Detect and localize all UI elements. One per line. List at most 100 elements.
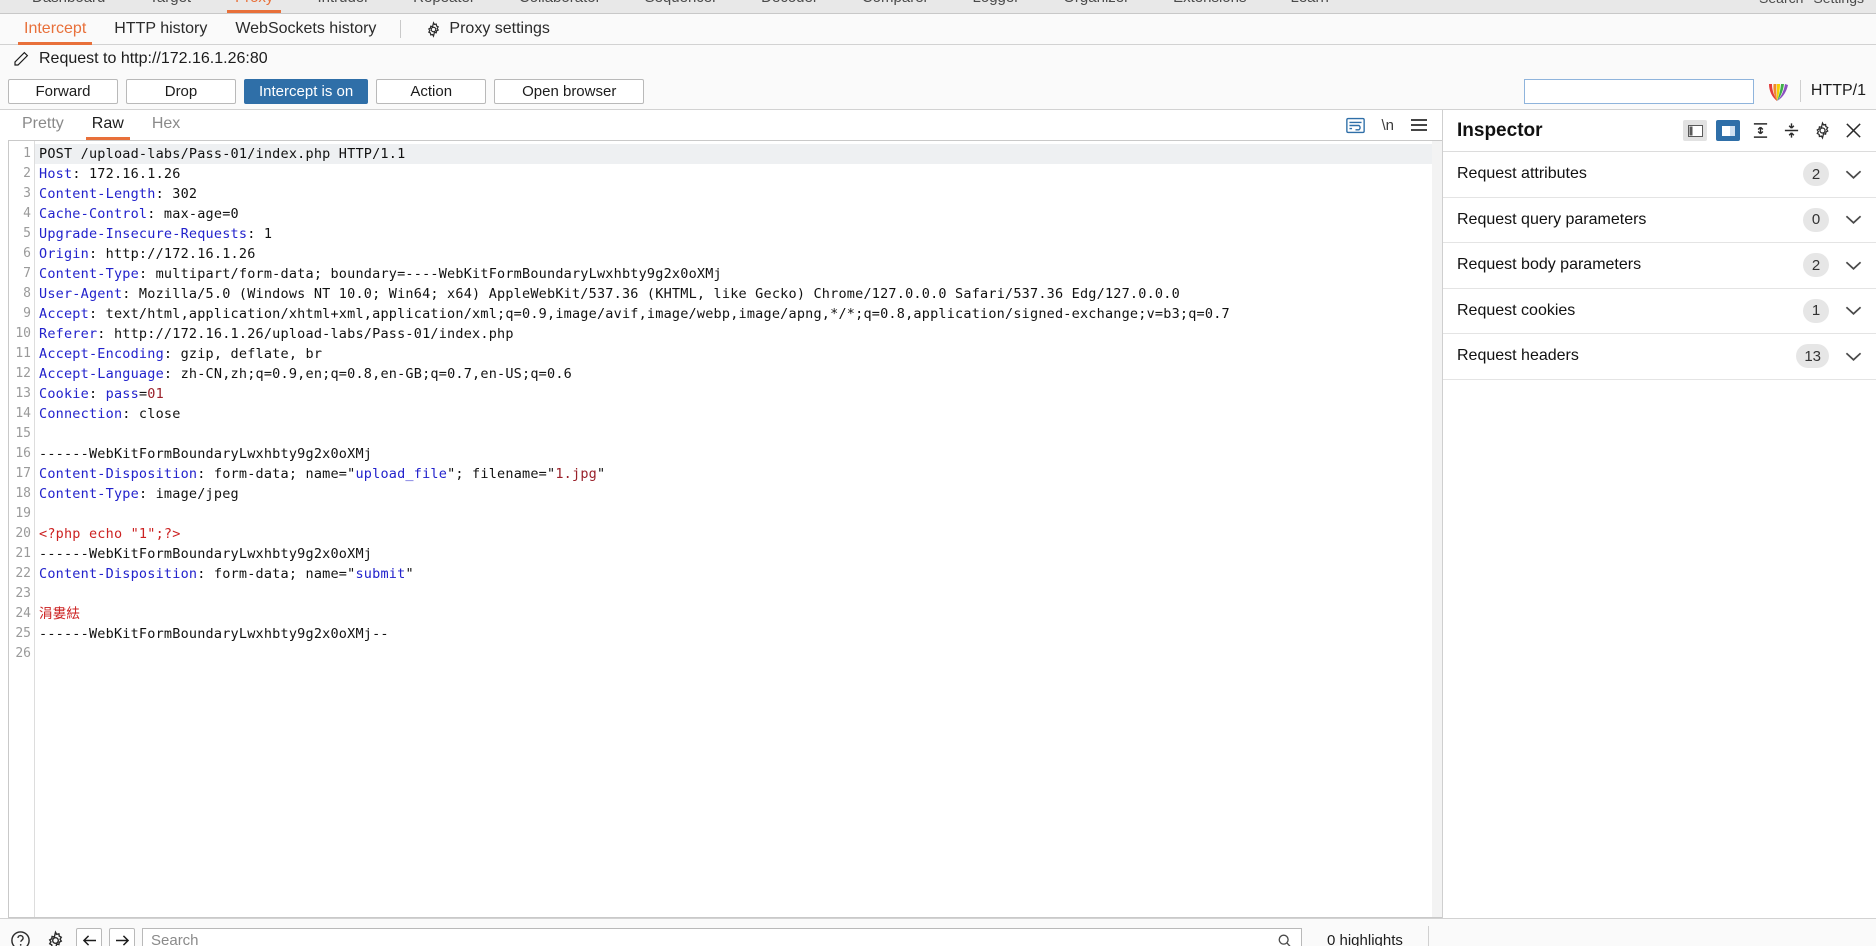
code-line[interactable]: Content-Disposition: form-data; name="su… xyxy=(35,564,1442,584)
forward-nav-button[interactable] xyxy=(109,928,135,946)
line-number: 1 xyxy=(23,146,31,161)
code-segment: Accept-Language xyxy=(39,366,164,382)
code-line[interactable]: User-Agent: Mozilla/5.0 (Windows NT 10.0… xyxy=(35,284,1442,304)
inspector-settings-gear-icon[interactable] xyxy=(1811,120,1833,142)
code-segment: User-Agent xyxy=(39,286,123,302)
inspector-title: Inspector xyxy=(1457,119,1543,141)
code-line[interactable] xyxy=(35,504,1442,524)
code-segment: Connection xyxy=(39,406,123,422)
collapse-all-icon[interactable] xyxy=(1780,120,1802,142)
tab-proxy-settings[interactable]: Proxy settings xyxy=(411,14,563,45)
inspector-section-row[interactable]: Request cookies 1 xyxy=(1443,288,1876,334)
chevron-down-icon[interactable] xyxy=(1845,260,1862,271)
suite-tab-repeater[interactable]: Repeater xyxy=(391,0,497,13)
code-line[interactable]: Content-Disposition: form-data; name="up… xyxy=(35,464,1442,484)
line-number: 16 xyxy=(15,446,31,461)
code-line[interactable]: Content-Length: 302 xyxy=(35,184,1442,204)
suite-tab-learn[interactable]: Learn xyxy=(1268,0,1350,13)
forward-button[interactable]: Forward xyxy=(8,78,118,104)
line-number: 23 xyxy=(15,586,31,601)
request-code-area[interactable]: POST /upload-labs/Pass-01/index.php HTTP… xyxy=(35,141,1442,917)
layout-horizontal-button[interactable] xyxy=(1716,120,1740,141)
suite-tab-logger[interactable]: Logger xyxy=(951,0,1042,13)
inspector-section-row[interactable]: Request query parameters 0 xyxy=(1443,197,1876,243)
suite-tab-dashboard[interactable]: Dashboard xyxy=(10,0,127,13)
tab-pretty[interactable]: Pretty xyxy=(8,110,78,140)
code-line[interactable]: ------WebKitFormBoundaryLwxhbty9g2x0oXMj… xyxy=(35,624,1442,644)
tab-intercept[interactable]: Intercept xyxy=(10,14,100,45)
code-line[interactable] xyxy=(35,644,1442,664)
inspector-section-row[interactable]: Request body parameters 2 xyxy=(1443,243,1876,289)
code-line[interactable]: Cache-Control: max-age=0 xyxy=(35,204,1442,224)
code-line[interactable] xyxy=(35,584,1442,604)
code-line[interactable]: Accept: text/html,application/xhtml+xml,… xyxy=(35,304,1442,324)
bottom-settings-gear-icon[interactable] xyxy=(41,927,69,946)
toolbar-search-input[interactable] xyxy=(1523,78,1754,104)
bottom-search-input[interactable]: Search xyxy=(142,927,1302,946)
code-line[interactable]: Content-Type: multipart/form-data; bound… xyxy=(35,264,1442,284)
code-line[interactable]: Upgrade-Insecure-Requests: 1 xyxy=(35,224,1442,244)
suite-tab-decoder[interactable]: Decoder xyxy=(739,0,840,13)
code-line[interactable]: Origin: http://172.16.1.26 xyxy=(35,244,1442,264)
code-line[interactable]: ------WebKitFormBoundaryLwxhbty9g2x0oXMj xyxy=(35,544,1442,564)
suite-tab-label: Comparer xyxy=(862,0,929,6)
main-content: Pretty Raw Hex \n 123456789101 xyxy=(0,109,1876,918)
code-line[interactable]: Host: 172.16.1.26 xyxy=(35,164,1442,184)
code-line[interactable]: Connection: close xyxy=(35,404,1442,424)
suite-tab-sequencer[interactable]: Sequencer xyxy=(623,0,740,13)
back-button[interactable] xyxy=(76,928,102,946)
suite-tab-collaborator[interactable]: Collaborator xyxy=(497,0,623,13)
code-segment: : gzip, deflate, br xyxy=(163,346,323,362)
inspector-section-row[interactable]: Request headers 13 xyxy=(1443,334,1876,380)
raw-request-editor[interactable]: 1 2 3 4 5 6 7 8 9 10 11 12 13 14 15 16 17 18 19 20 21 22 23 24 2… xyxy=(8,140,1442,918)
suite-tab-proxy[interactable]: Proxy xyxy=(213,0,295,13)
code-line[interactable]: Content-Type: image/jpeg xyxy=(35,484,1442,504)
code-line[interactable]: ------WebKitFormBoundaryLwxhbty9g2x0oXMj xyxy=(35,444,1442,464)
suite-tab-organizer[interactable]: Organizer xyxy=(1041,0,1151,13)
code-line[interactable]: POST /upload-labs/Pass-01/index.php HTTP… xyxy=(35,144,1442,164)
chevron-down-icon[interactable] xyxy=(1845,305,1862,316)
drop-button[interactable]: Drop xyxy=(126,78,236,104)
tab-hex[interactable]: Hex xyxy=(138,110,194,140)
tab-raw[interactable]: Raw xyxy=(78,110,138,140)
suite-tab-intruder[interactable]: Intruder xyxy=(295,0,391,13)
suite-tab-label: Sequencer xyxy=(645,0,718,6)
suite-settings-button[interactable]: Settings xyxy=(1813,0,1864,13)
line-number: 13 xyxy=(15,386,31,401)
code-line[interactable]: Cookie: pass=01 xyxy=(35,384,1442,404)
help-icon[interactable] xyxy=(6,927,34,946)
tab-websockets-history-label: WebSockets history xyxy=(235,19,377,37)
code-segment: <?php echo "1";?> xyxy=(39,526,181,542)
search-icon[interactable] xyxy=(1277,933,1293,946)
code-segment: Cache-Control xyxy=(39,206,148,222)
toolbar-right-group: HTTP/1 xyxy=(1523,78,1866,104)
close-icon[interactable] xyxy=(1842,120,1864,142)
suite-tab-comparer[interactable]: Comparer xyxy=(840,0,951,13)
tab-websockets-history[interactable]: WebSockets history xyxy=(221,14,390,45)
code-line[interactable]: Accept-Language: zh-CN,zh;q=0.9,en;q=0.8… xyxy=(35,364,1442,384)
menu-icon[interactable] xyxy=(1410,118,1428,132)
expand-all-icon[interactable] xyxy=(1749,120,1771,142)
inspector-row-right: 1 xyxy=(1803,298,1862,323)
code-line[interactable]: 涓婁紶 xyxy=(35,604,1442,624)
chevron-down-icon[interactable] xyxy=(1845,169,1862,180)
code-line[interactable]: Referer: http://172.16.1.26/upload-labs/… xyxy=(35,324,1442,344)
code-line[interactable] xyxy=(35,424,1442,444)
line-number: 21 xyxy=(15,546,31,561)
newline-toggle-icon[interactable]: \n xyxy=(1381,117,1394,134)
layout-vertical-button[interactable] xyxy=(1683,120,1707,141)
tab-http-history[interactable]: HTTP history xyxy=(100,14,221,45)
suite-tab-extensions[interactable]: Extensions xyxy=(1151,0,1268,13)
code-line[interactable]: <?php echo "1";?> xyxy=(35,524,1442,544)
action-button[interactable]: Action xyxy=(376,78,487,104)
inspector-section-row[interactable]: Request attributes 2 xyxy=(1443,152,1876,198)
intercept-toggle-button[interactable]: Intercept is on xyxy=(244,78,369,104)
chevron-down-icon[interactable] xyxy=(1845,351,1862,362)
chevron-down-icon[interactable] xyxy=(1845,214,1862,225)
editor-scrollbar[interactable] xyxy=(1432,141,1442,917)
suite-search-button[interactable]: Search xyxy=(1759,0,1803,13)
word-wrap-icon[interactable] xyxy=(1346,117,1366,134)
suite-tab-target[interactable]: Target xyxy=(127,0,213,13)
open-browser-button[interactable]: Open browser xyxy=(494,78,645,104)
code-line[interactable]: Accept-Encoding: gzip, deflate, br xyxy=(35,344,1442,364)
